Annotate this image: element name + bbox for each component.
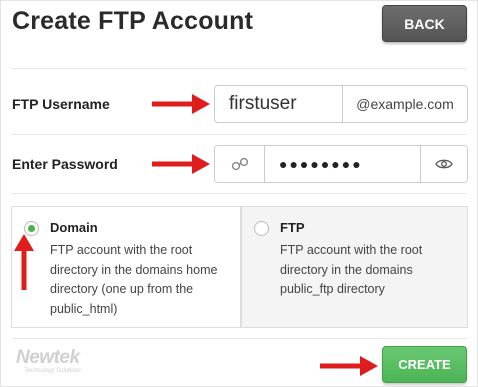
divider (12, 338, 467, 339)
username-input[interactable]: firstuser (215, 86, 343, 122)
option-title: Domain (50, 220, 98, 235)
password-input[interactable]: ●●●●●●●● (265, 146, 421, 182)
username-label: FTP Username (12, 96, 110, 112)
create-button[interactable]: CREATE (382, 346, 467, 383)
page-title: Create FTP Account (12, 7, 254, 35)
newtek-logo: Newtek Technology Solutions (16, 347, 81, 375)
radio-ftp[interactable] (254, 221, 269, 236)
eye-icon (435, 159, 453, 169)
arrow-icon (152, 94, 210, 114)
divider (12, 68, 467, 69)
divider (12, 193, 467, 194)
divider (12, 134, 467, 135)
generate-password-button[interactable] (215, 146, 265, 182)
password-input-group: ●●●●●●●● (214, 145, 468, 183)
arrow-icon (152, 154, 210, 174)
back-button[interactable]: BACK (382, 5, 467, 42)
arrow-icon (320, 356, 378, 376)
radio-selected-dot (28, 225, 35, 232)
option-description: FTP account with the root directory in t… (50, 243, 218, 316)
option-ftp[interactable]: FTP FTP account with the root directory … (241, 206, 468, 328)
link-icon (231, 157, 248, 171)
arrow-icon (14, 234, 34, 290)
logo-tagline: Technology Solutions (24, 368, 81, 374)
username-input-group: firstuser @example.com (214, 85, 468, 123)
logo-text: Newtek (16, 347, 80, 368)
domain-suffix: @example.com (343, 86, 467, 122)
password-label: Enter Password (12, 156, 118, 172)
option-description: FTP account with the root directory in t… (280, 243, 423, 296)
show-password-toggle[interactable] (421, 146, 467, 182)
option-domain[interactable]: Domain FTP account with the root directo… (11, 206, 241, 328)
option-title: FTP (280, 220, 305, 235)
